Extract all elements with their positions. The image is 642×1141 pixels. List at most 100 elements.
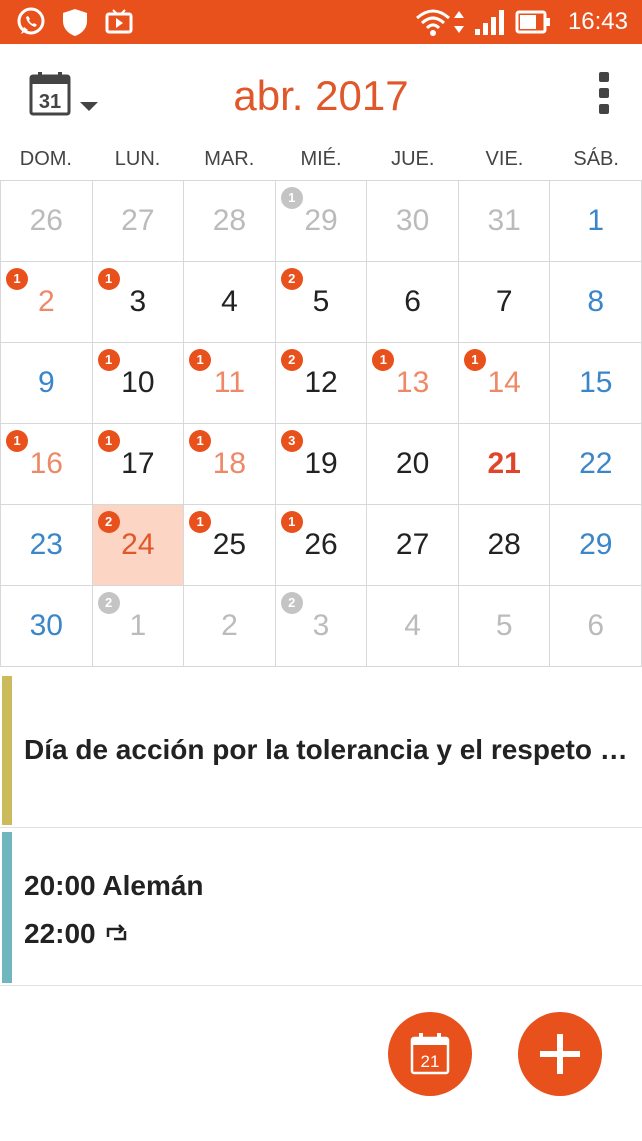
day-cell[interactable]: 31: [93, 262, 185, 342]
day-cell[interactable]: 6: [550, 586, 642, 666]
event-count-badge: 1: [280, 511, 303, 533]
event-title: Alemán: [102, 870, 204, 901]
day-number: 6: [587, 609, 605, 642]
event-time-title: 20:00 Alemán: [24, 870, 204, 902]
day-cell[interactable]: 7: [459, 262, 551, 342]
day-cell[interactable]: 15: [550, 343, 642, 423]
day-cell[interactable]: 5: [459, 586, 551, 666]
event-count-badge: 1: [463, 349, 486, 371]
day-cell[interactable]: 1: [550, 181, 642, 261]
day-cell[interactable]: 32: [276, 586, 368, 666]
day-cell[interactable]: 27: [367, 505, 459, 585]
status-time: 16:43: [567, 8, 628, 35]
event-color-bar: [2, 832, 12, 983]
day-number: 5: [495, 609, 513, 642]
status-bar: 16:43: [0, 0, 642, 44]
event-end-line: 22:00: [24, 918, 130, 950]
event-item[interactable]: 20:00 Alemán 22:00: [0, 828, 642, 986]
day-cell[interactable]: 26 1: [276, 505, 368, 585]
day-cell[interactable]: 24 2: [92, 505, 185, 585]
day-cell[interactable]: 12: [93, 586, 185, 666]
day-number: 13: [395, 366, 430, 399]
event-count-badge: 1: [189, 511, 212, 533]
day-cell[interactable]: 29: [550, 505, 642, 585]
signal-icon: [472, 6, 508, 38]
month-title[interactable]: abr. 2017: [0, 72, 642, 120]
weekday-header: DOM. LUN. MAR. MIÉ. JUE. VIE. SÁB.: [0, 148, 642, 178]
day-number: 2: [221, 609, 238, 642]
day-cell[interactable]: 21: [459, 424, 551, 504]
day-number: 22: [579, 447, 613, 480]
day-cell[interactable]: 22: [550, 424, 642, 504]
day-cell[interactable]: 2: [184, 586, 276, 666]
day-number: 14: [487, 366, 521, 399]
day-cell[interactable]: 9: [0, 343, 93, 423]
day-cell[interactable]: 19 3: [276, 424, 368, 504]
event-count-badge: 2: [280, 268, 303, 290]
day-cell[interactable]: 12 2: [276, 343, 368, 423]
overflow-menu-button[interactable]: [596, 72, 612, 116]
day-cell[interactable]: 10 1: [93, 343, 185, 423]
event-count-badge: 2: [280, 592, 303, 614]
day-number: 21: [487, 447, 521, 480]
day-cell[interactable]: 8: [550, 262, 642, 342]
day-cell[interactable]: 28: [459, 505, 551, 585]
day-cell[interactable]: 30: [0, 586, 93, 666]
day-cell[interactable]: 14 1: [459, 343, 551, 423]
day-cell[interactable]: 30: [367, 181, 459, 261]
day-number: 3: [312, 609, 330, 642]
day-cell[interactable]: 4: [367, 586, 459, 666]
day-number: 27: [121, 204, 155, 237]
day-number: 4: [404, 609, 421, 642]
event-count-badge: 2: [280, 349, 303, 371]
add-event-button[interactable]: [518, 1012, 602, 1096]
day-number: 2: [37, 285, 55, 318]
weekday-label: SÁB.: [573, 148, 619, 170]
day-number: 26: [304, 528, 338, 561]
repeat-icon: [106, 924, 126, 941]
video-icon: [104, 6, 134, 38]
day-cell[interactable]: 27: [93, 181, 185, 261]
week-row: 30 1 2 2 3 2 4 5 6: [0, 586, 642, 667]
day-cell[interactable]: 29 1: [276, 181, 368, 261]
day-number: 3: [129, 285, 147, 318]
event-count-badge: 2: [97, 511, 120, 533]
day-number: 30: [395, 204, 430, 237]
event-item[interactable]: Día de acción por la tolerancia y el res…: [0, 672, 642, 828]
day-cell[interactable]: 6: [367, 262, 459, 342]
day-cell[interactable]: 25 1: [184, 505, 276, 585]
day-number: 28: [212, 204, 247, 237]
day-cell[interactable]: 26: [0, 181, 93, 261]
day-cell[interactable]: 4: [184, 262, 276, 342]
day-number: 7: [495, 285, 513, 318]
day-cell[interactable]: 20: [367, 424, 459, 504]
week-row: 23 24 2 25 1 26 1 27 28 29: [0, 505, 642, 586]
day-number: 6: [404, 285, 421, 318]
day-number: 10: [121, 366, 155, 399]
day-cell[interactable]: 21: [0, 262, 93, 342]
event-list: Día de acción por la tolerancia y el res…: [0, 672, 642, 986]
day-cell[interactable]: 31: [459, 181, 551, 261]
day-number: 15: [579, 366, 613, 399]
day-cell[interactable]: 17 1: [93, 424, 185, 504]
day-number: 5: [312, 285, 330, 318]
day-number: 30: [29, 609, 63, 642]
day-number: 25: [212, 528, 247, 561]
whatsapp-icon: [14, 6, 48, 38]
event-color-bar: [2, 676, 12, 825]
day-number: 23: [29, 528, 63, 561]
day-cell[interactable]: 18 1: [184, 424, 276, 504]
day-number: 1: [129, 609, 147, 642]
day-number: 1: [587, 204, 605, 237]
go-to-today-button[interactable]: 21: [388, 1012, 472, 1096]
day-number: 29: [579, 528, 613, 561]
day-cell[interactable]: 52: [276, 262, 368, 342]
day-cell[interactable]: 16 1: [0, 424, 93, 504]
weekday-label: MAR.: [204, 148, 255, 170]
event-end-time: 22:00: [24, 918, 96, 949]
day-cell[interactable]: 13 1: [367, 343, 459, 423]
day-cell[interactable]: 28: [184, 181, 276, 261]
plus-icon: [540, 1034, 580, 1074]
day-cell[interactable]: 11 1: [184, 343, 276, 423]
day-cell[interactable]: 23: [0, 505, 93, 585]
